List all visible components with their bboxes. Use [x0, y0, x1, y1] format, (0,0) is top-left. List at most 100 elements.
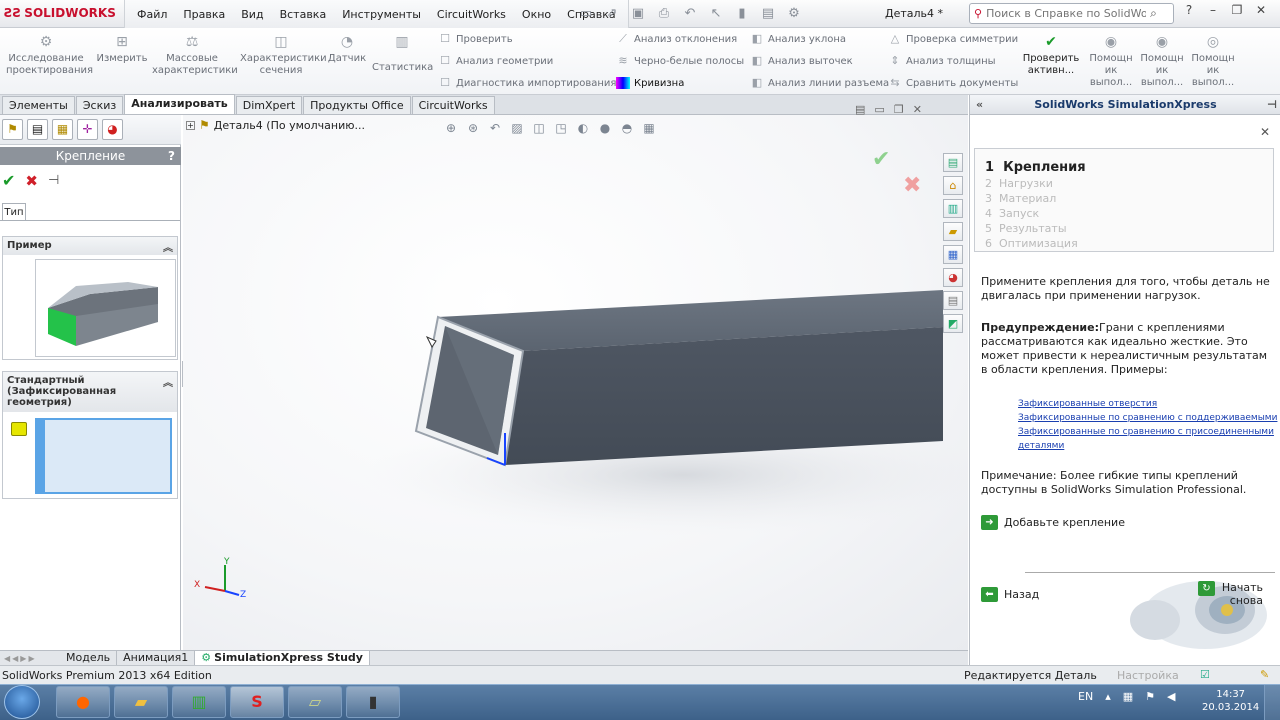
- draft-analysis-button[interactable]: ◧ Анализ уклона: [750, 33, 846, 45]
- restore-icon[interactable]: ❐: [1228, 3, 1246, 17]
- search-icon[interactable]: ⌕: [1150, 6, 1157, 21]
- tab-circuitworks[interactable]: CircuitWorks: [411, 96, 495, 114]
- back-button[interactable]: ⬅ Назад: [981, 587, 1039, 602]
- tab-scroll-arrows[interactable]: ◀◀▶▶: [0, 654, 60, 663]
- menu-file[interactable]: Файл: [129, 8, 175, 21]
- zoom-to-fit-icon[interactable]: ⊕: [443, 121, 459, 135]
- measure-button[interactable]: ⊞ Измерить: [96, 34, 148, 65]
- collapse-pane-icon[interactable]: «: [976, 95, 983, 115]
- close-icon[interactable]: ✕: [1252, 3, 1270, 17]
- menu-insert[interactable]: Вставка: [272, 8, 335, 21]
- language-indicator[interactable]: EN: [1078, 690, 1093, 703]
- clock[interactable]: 14:37 20.03.2014: [1202, 688, 1259, 714]
- display-style-icon[interactable]: ◳: [553, 121, 569, 135]
- pin-pane-icon[interactable]: ⊣: [1267, 95, 1277, 115]
- dimxpert-manager-icon[interactable]: ✛: [77, 119, 98, 140]
- menu-tools[interactable]: Инструменты: [334, 8, 429, 21]
- taskbar-explorer[interactable]: ▰: [114, 686, 168, 718]
- deviation-analysis-button[interactable]: ⟋ Анализ отклонения: [616, 33, 737, 45]
- tab-dimxpert[interactable]: DimXpert: [235, 96, 303, 114]
- link-fixed-holes[interactable]: Зафиксированные отверстия: [1018, 397, 1280, 411]
- collapse-chevron-icon[interactable]: ︽: [163, 374, 173, 389]
- assistant-button-3[interactable]: ◎ Помощн ик выпол...: [1190, 34, 1236, 89]
- custom-properties-icon[interactable]: ▤: [943, 291, 963, 310]
- compare-documents-button[interactable]: ⇆ Сравнить документы: [888, 77, 1018, 89]
- tile-icon[interactable]: ▤: [855, 103, 865, 116]
- edit-appearance-icon[interactable]: ●: [597, 121, 613, 135]
- collapse-chevron-icon[interactable]: ︽: [163, 239, 173, 254]
- menu-window[interactable]: Окно: [514, 8, 559, 21]
- status-customize-text[interactable]: Настройка: [1117, 669, 1179, 682]
- minimize-icon[interactable]: –: [1204, 3, 1222, 17]
- tab-simulationxpress-study[interactable]: ⚙ SimulationXpress Study: [195, 650, 370, 666]
- status-help-icon[interactable]: ☑: [1200, 668, 1210, 681]
- taskbar-solidworks[interactable]: S: [230, 686, 284, 718]
- step-material[interactable]: 3 Материал: [985, 191, 1273, 206]
- cancel-button[interactable]: ✖: [25, 172, 38, 190]
- zebra-stripes-button[interactable]: ≋ Черно-белые полосы: [616, 55, 744, 67]
- network-icon[interactable]: ▦: [1123, 690, 1133, 703]
- link-fixed-vs-attached[interactable]: Зафиксированные по сравнению с присоедин…: [1018, 425, 1280, 453]
- tab-office-products[interactable]: Продукты Office: [303, 96, 411, 114]
- example-group-header[interactable]: Пример ︽: [3, 237, 177, 255]
- search-input[interactable]: [986, 7, 1147, 20]
- taskbar-app[interactable]: ▥: [172, 686, 226, 718]
- standard-fixture-header[interactable]: Стандартный (Зафиксированная геометрия) ︽: [3, 372, 177, 412]
- undercut-analysis-button[interactable]: ◧ Анализ выточек: [750, 55, 853, 67]
- tree-item-part[interactable]: Деталь4 (По умолчанию...: [214, 119, 365, 132]
- start-button[interactable]: [4, 685, 40, 719]
- show-desktop-button[interactable]: [1264, 685, 1280, 720]
- curvature-button[interactable]: Кривизна: [616, 77, 684, 89]
- assistant-button-2[interactable]: ◉ Помощн ик выпол...: [1139, 34, 1185, 89]
- tab-type[interactable]: Тип: [2, 203, 26, 221]
- expand-icon[interactable]: +: [186, 120, 195, 130]
- options-icon[interactable]: ▤: [757, 5, 779, 23]
- previous-view-icon[interactable]: ↶: [487, 121, 503, 135]
- configuration-manager-icon[interactable]: ▦: [52, 119, 73, 140]
- select-icon[interactable]: ↖: [705, 5, 727, 23]
- open-icon[interactable]: ⇗: [601, 5, 623, 23]
- confirmation-ok-icon[interactable]: ✔: [872, 147, 890, 172]
- appearances-icon[interactable]: ◕: [943, 268, 963, 287]
- view-orientation-icon[interactable]: ◫: [531, 121, 547, 135]
- face-selection-box[interactable]: [35, 418, 172, 494]
- volume-icon[interactable]: ◀: [1167, 690, 1175, 703]
- solidworks-resources-icon[interactable]: ▤: [943, 153, 963, 172]
- import-diagnostics-button[interactable]: ☐ Диагностика импортирования: [438, 77, 616, 89]
- graphics-area[interactable]: [183, 115, 968, 650]
- taskbar-recorder[interactable]: ▮: [346, 686, 400, 718]
- apply-scene-icon[interactable]: ◓: [619, 121, 635, 135]
- simulationxpress-icon[interactable]: ◩: [943, 314, 963, 333]
- taskbar-edrawings[interactable]: ▱: [288, 686, 342, 718]
- sensor-button[interactable]: ◔ Датчик: [326, 34, 368, 65]
- taskbar-firefox[interactable]: ●: [56, 686, 110, 718]
- tray-flag-icon[interactable]: ⚑: [1145, 690, 1155, 703]
- tab-animation1[interactable]: Анимация1: [117, 650, 196, 666]
- step-fixtures[interactable]: 1 Крепления: [985, 159, 1273, 176]
- thickness-analysis-button[interactable]: ⇕ Анализ толщины: [888, 55, 995, 67]
- display-manager-icon[interactable]: ◕: [102, 119, 123, 140]
- tab-model[interactable]: Модель: [60, 650, 118, 666]
- help-search-box[interactable]: ⚲ ⌕: [969, 3, 1174, 24]
- design-study-button[interactable]: ⚙ Исследование проектирования: [6, 34, 93, 77]
- ok-button[interactable]: ✔: [2, 171, 15, 190]
- add-fixture-button[interactable]: ➜ Добавьте крепление: [981, 515, 1125, 530]
- geometry-analysis-button[interactable]: ☐ Анализ геометрии: [438, 55, 553, 67]
- property-manager-icon[interactable]: ▤: [27, 119, 48, 140]
- tab-evaluate[interactable]: Анализировать: [124, 94, 235, 114]
- zoom-to-area-icon[interactable]: ⊛: [465, 121, 481, 135]
- wizard-close-icon[interactable]: ✕: [1260, 125, 1270, 139]
- doc-close-icon[interactable]: ✕: [913, 103, 922, 116]
- undo-icon[interactable]: ↶: [679, 5, 701, 23]
- design-library-icon[interactable]: ▥: [943, 199, 963, 218]
- view-settings-icon[interactable]: ▦: [641, 121, 657, 135]
- doc-restore-icon[interactable]: ❐: [894, 103, 904, 116]
- parting-line-analysis-button[interactable]: ◧ Анализ линии разъема: [750, 77, 889, 89]
- save-icon[interactable]: ▣: [627, 5, 649, 23]
- rebuild-icon[interactable]: ▮: [731, 5, 753, 23]
- help-icon[interactable]: ?: [168, 147, 175, 165]
- search-scope-icon[interactable]: ⚲: [974, 7, 982, 20]
- step-results[interactable]: 5 Результаты: [985, 221, 1273, 236]
- options-menu-icon[interactable]: ⚙: [783, 5, 805, 23]
- menu-circuitworks[interactable]: CircuitWorks: [429, 8, 514, 21]
